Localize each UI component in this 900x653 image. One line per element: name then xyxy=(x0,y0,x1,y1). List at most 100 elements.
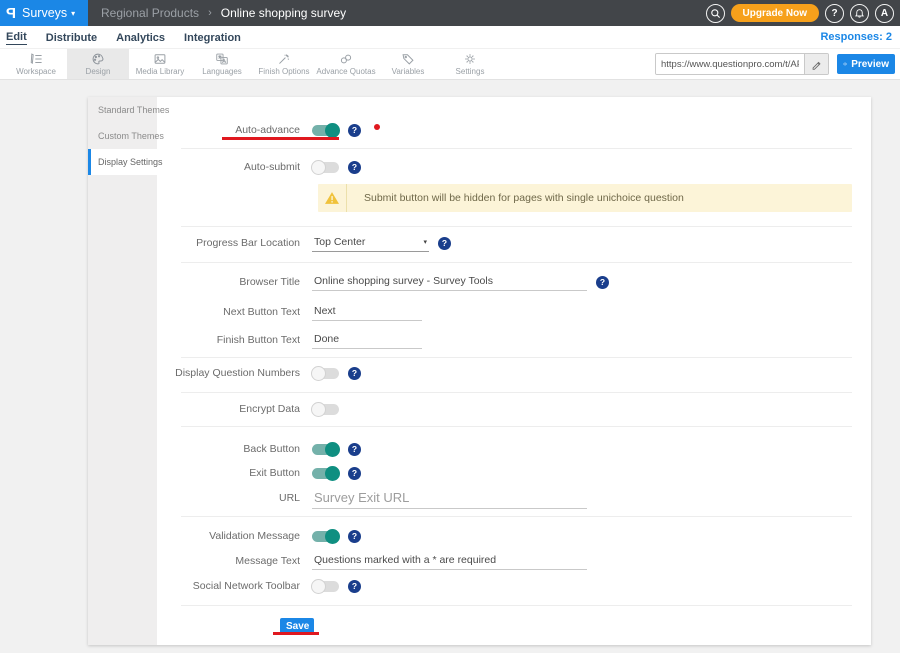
search-button[interactable] xyxy=(706,4,725,23)
exit-button-label: Exit Button xyxy=(157,467,312,479)
toolbar-item-media-library[interactable]: Media Library xyxy=(129,49,191,79)
warning-triangle-icon xyxy=(324,191,340,205)
media-library-icon xyxy=(153,52,167,66)
auto-submit-label: Auto-submit xyxy=(157,161,312,173)
chevron-down-icon: ▾ xyxy=(423,238,427,246)
auto-advance-toggle[interactable] xyxy=(312,125,339,136)
message-text-label: Message Text xyxy=(157,555,312,567)
divider xyxy=(181,226,852,227)
toolbar-item-finish-options[interactable]: Finish Options xyxy=(253,49,315,79)
chevron-down-icon: ▾ xyxy=(71,9,75,18)
notifications-button[interactable] xyxy=(850,4,869,23)
toolbar-item-languages[interactable]: Languages xyxy=(191,49,253,79)
toolbar-label: Advance Quotas xyxy=(316,67,375,76)
exit-button-row: Exit Button ? xyxy=(157,464,871,482)
warning-icon-cell xyxy=(318,184,347,212)
help-icon[interactable]: ? xyxy=(348,530,361,543)
divider xyxy=(181,262,852,263)
exit-url-input[interactable] xyxy=(312,488,587,509)
breadcrumb-separator-icon: › xyxy=(208,7,212,19)
search-icon xyxy=(710,8,721,19)
toolbar-label: Variables xyxy=(392,67,425,76)
toolbar-label: Finish Options xyxy=(258,67,309,76)
app-name: Surveys xyxy=(22,6,67,20)
exit-url-label: URL xyxy=(157,492,312,504)
social-network-toolbar-toggle[interactable] xyxy=(312,581,339,592)
exit-button-toggle[interactable] xyxy=(312,468,339,479)
divider xyxy=(181,426,852,427)
help-icon[interactable]: ? xyxy=(348,580,361,593)
validation-message-toggle[interactable] xyxy=(312,531,339,542)
finish-button-text-input[interactable] xyxy=(312,331,422,349)
bell-icon xyxy=(854,8,865,19)
toolbar-label: Media Library xyxy=(136,67,184,76)
display-question-numbers-toggle[interactable] xyxy=(312,368,339,379)
tab-edit[interactable]: Edit xyxy=(6,29,27,45)
variables-tag-icon xyxy=(401,52,415,66)
display-settings-form: Auto-advance ? Auto-submit ? Submit butt… xyxy=(157,97,871,635)
responses-count[interactable]: Responses: 2 xyxy=(820,31,892,43)
sidebar-item-display-settings[interactable]: Display Settings xyxy=(88,149,157,175)
help-icon[interactable]: ? xyxy=(348,161,361,174)
browser-title-label: Browser Title xyxy=(157,276,312,288)
toolbar-label: Design xyxy=(86,67,111,76)
settings-gear-icon xyxy=(463,52,477,66)
breadcrumb: Regional Products › Online shopping surv… xyxy=(88,0,346,26)
encrypt-data-label: Encrypt Data xyxy=(157,403,312,415)
divider xyxy=(181,605,852,606)
toolbar-item-variables[interactable]: Variables xyxy=(377,49,439,79)
help-icon[interactable]: ? xyxy=(348,367,361,380)
design-toolbar: Workspace Design Media Library Languages… xyxy=(0,49,900,80)
help-icon[interactable]: ? xyxy=(596,276,609,289)
next-button-text-input[interactable] xyxy=(312,303,422,321)
help-icon[interactable]: ? xyxy=(348,443,361,456)
edit-url-button[interactable] xyxy=(804,54,828,74)
help-icon[interactable]: ? xyxy=(438,237,451,250)
display-question-numbers-row: Display Question Numbers ? xyxy=(157,364,871,382)
message-text-input[interactable] xyxy=(312,552,587,570)
help-icon[interactable]: ? xyxy=(348,124,361,137)
app-header: P Surveys ▾ Regional Products › Online s… xyxy=(0,0,900,26)
finish-options-wand-icon xyxy=(277,52,291,66)
questionpro-display-settings-page: { "ui": { "caret": "▾", "help_glyph": "?… xyxy=(0,0,900,653)
validation-message-label: Validation Message xyxy=(157,530,312,542)
social-network-toolbar-label: Social Network Toolbar xyxy=(157,580,312,592)
tab-integration[interactable]: Integration xyxy=(184,30,241,45)
auto-submit-row: Auto-submit ? xyxy=(157,158,871,176)
product-switcher[interactable]: P Surveys ▾ xyxy=(0,0,88,26)
survey-url-group xyxy=(655,53,829,75)
tab-analytics[interactable]: Analytics xyxy=(116,30,165,45)
toolbar-label: Workspace xyxy=(16,67,56,76)
save-row: Save xyxy=(157,618,871,635)
preview-label: Preview xyxy=(851,59,889,70)
annotation-dot xyxy=(374,124,380,130)
themes-sidebar: Standard Themes Custom Themes Display Se… xyxy=(88,97,157,645)
help-icon[interactable]: ? xyxy=(348,467,361,480)
progress-bar-location-select[interactable]: Top Center ▾ xyxy=(312,234,429,252)
sidebar-item-standard-themes[interactable]: Standard Themes xyxy=(88,97,157,123)
annotation-underline-save xyxy=(273,632,319,635)
tab-distribute[interactable]: Distribute xyxy=(46,30,97,45)
next-button-text-row: Next Button Text xyxy=(157,303,871,321)
back-button-label: Back Button xyxy=(157,443,312,455)
survey-nav: Edit Distribute Analytics Integration Re… xyxy=(0,26,900,49)
auto-submit-toggle[interactable] xyxy=(312,162,339,173)
annotation-underline-auto-advance xyxy=(222,137,339,140)
toolbar-item-settings[interactable]: Settings xyxy=(439,49,501,79)
breadcrumb-current: Online shopping survey xyxy=(221,6,346,20)
encrypt-data-toggle[interactable] xyxy=(312,404,339,415)
upgrade-button[interactable]: Upgrade Now xyxy=(731,4,819,22)
avatar[interactable]: A xyxy=(875,4,894,23)
sidebar-item-custom-themes[interactable]: Custom Themes xyxy=(88,123,157,149)
workspace-icon xyxy=(29,52,43,66)
breadcrumb-parent[interactable]: Regional Products xyxy=(101,6,199,20)
survey-url-input[interactable] xyxy=(656,54,804,74)
preview-button[interactable]: Preview xyxy=(837,54,895,74)
back-button-toggle[interactable] xyxy=(312,444,339,455)
browser-title-input[interactable] xyxy=(312,273,587,291)
help-button[interactable]: ? xyxy=(825,4,844,23)
toolbar-item-workspace[interactable]: Workspace xyxy=(5,49,67,79)
toolbar-item-design[interactable]: Design xyxy=(67,49,129,79)
toolbar-item-advance-quotas[interactable]: Advance Quotas xyxy=(315,49,377,79)
progress-bar-location-label: Progress Bar Location xyxy=(157,237,312,249)
